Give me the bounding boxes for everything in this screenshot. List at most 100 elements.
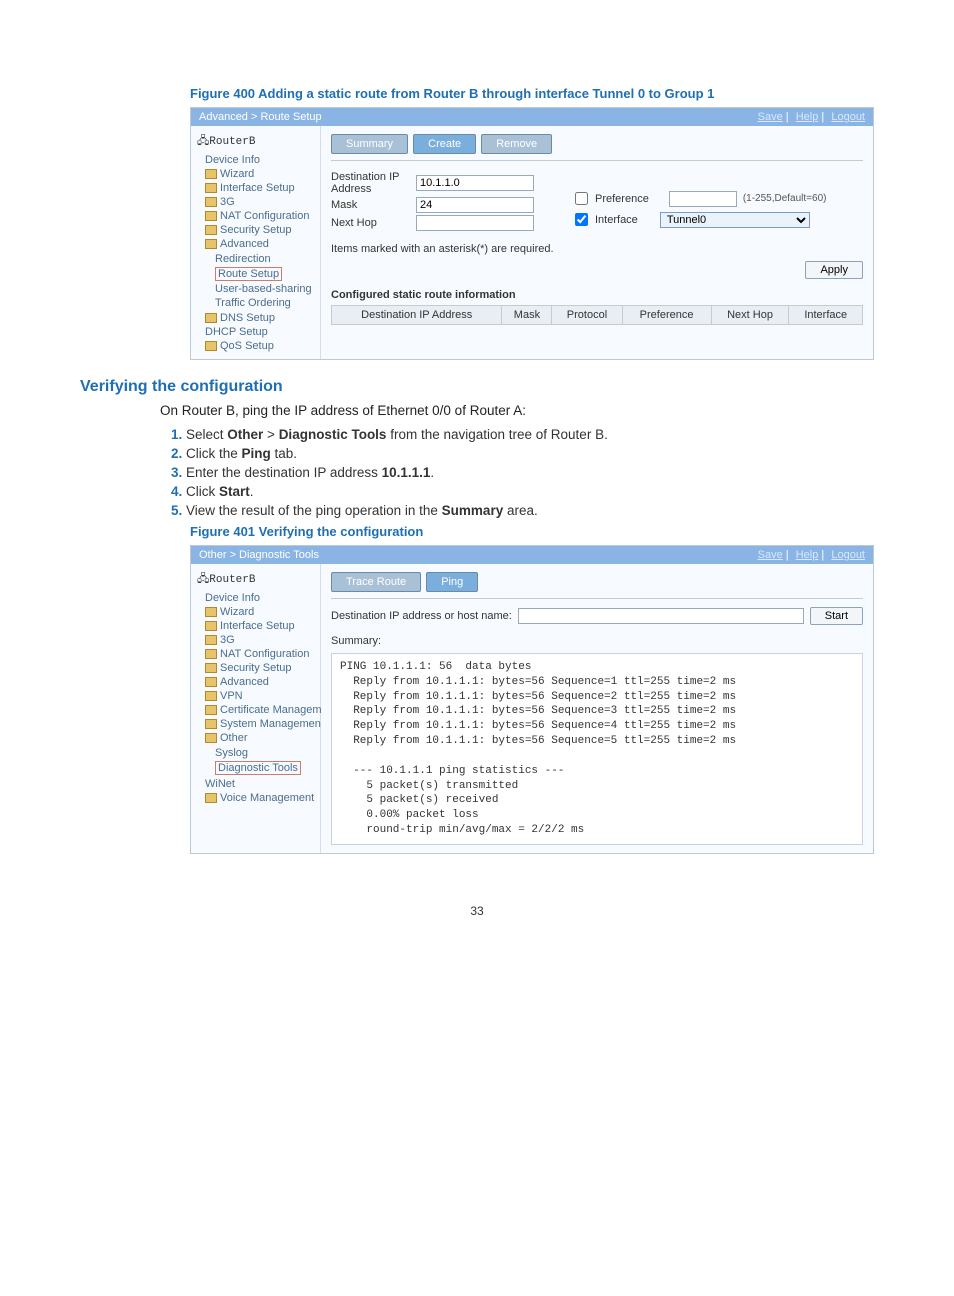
nav-interface-setup[interactable]: Interface Setup <box>205 619 316 633</box>
preference-checkbox[interactable] <box>575 192 588 205</box>
folder-icon <box>205 313 217 323</box>
nexthop-input[interactable] <box>416 215 534 231</box>
folder-icon <box>205 341 217 351</box>
step-3: Enter the destination IP address 10.1.1.… <box>186 465 874 480</box>
folder-icon <box>205 225 217 235</box>
summary-label: Summary: <box>331 635 863 647</box>
tab-remove[interactable]: Remove <box>481 134 552 154</box>
folder-icon <box>205 211 217 221</box>
step-5: View the result of the ping operation in… <box>186 503 874 518</box>
nav-dns-setup[interactable]: DNS Setup <box>205 311 316 325</box>
page-number: 33 <box>80 904 874 918</box>
step-2: Click the Ping tab. <box>186 446 874 461</box>
label-mask: Mask <box>331 199 416 211</box>
nav-interface-setup[interactable]: Interface Setup <box>205 181 316 195</box>
folder-icon <box>205 239 217 249</box>
nav-traffic-ordering[interactable]: Traffic Ordering <box>215 296 316 310</box>
label-dest-ip: Destination IP Address <box>331 171 416 195</box>
th-mask: Mask <box>502 306 552 325</box>
verify-intro: On Router B, ping the IP address of Ethe… <box>160 402 874 421</box>
th-dest: Destination IP Address <box>332 306 502 325</box>
dest-ip-input[interactable] <box>518 608 804 624</box>
nav-3g[interactable]: 3G <box>205 195 316 209</box>
label-nexthop: Next Hop <box>331 217 416 229</box>
folder-icon <box>205 649 217 659</box>
nav-advanced[interactable]: Advanced Redirection Route Setup User-ba… <box>205 237 316 311</box>
help-link[interactable]: Help <box>796 111 819 123</box>
nav-nat[interactable]: NAT Configuration <box>205 647 316 661</box>
nav-qos-setup[interactable]: QoS Setup <box>205 339 316 353</box>
required-note: Items marked with an asterisk(*) are req… <box>331 243 863 255</box>
save-link[interactable]: Save <box>758 549 783 561</box>
interface-checkbox[interactable] <box>575 213 588 226</box>
preference-hint: (1-255,Default=60) <box>743 193 827 204</box>
nav-syslog[interactable]: Syslog <box>215 746 316 760</box>
dest-ip-input[interactable] <box>416 175 534 191</box>
label-interface: Interface <box>595 214 638 226</box>
folder-icon <box>205 621 217 631</box>
figure-400-caption: Figure 400 Adding a static route from Ro… <box>190 86 874 101</box>
nav-tree: 🖧RouterB Device Info Wizard Interface Se… <box>191 564 321 853</box>
folder-icon <box>205 733 217 743</box>
nav-dhcp-setup[interactable]: DHCP Setup <box>205 325 316 339</box>
folder-icon <box>205 677 217 687</box>
routes-table: Destination IP Address Mask Protocol Pre… <box>331 305 863 325</box>
section-heading-verify: Verifying the configuration <box>80 378 874 396</box>
folder-icon <box>205 719 217 729</box>
interface-select[interactable]: Tunnel0 <box>660 212 810 228</box>
th-preference: Preference <box>622 306 711 325</box>
nav-device-info[interactable]: Device Info <box>205 153 316 167</box>
step-1: Select Other > Diagnostic Tools from the… <box>186 427 874 442</box>
nav-nat[interactable]: NAT Configuration <box>205 209 316 223</box>
nav-security[interactable]: Security Setup <box>205 661 316 675</box>
nav-other[interactable]: Other Syslog Diagnostic Tools <box>205 731 316 777</box>
folder-icon <box>205 793 217 803</box>
figure-401-caption: Figure 401 Verifying the configuration <box>190 524 874 539</box>
tab-trace-route[interactable]: Trace Route <box>331 572 421 592</box>
nav-cert[interactable]: Certificate Managem <box>205 703 316 717</box>
tab-summary[interactable]: Summary <box>331 134 408 154</box>
folder-icon <box>205 183 217 193</box>
folder-icon <box>205 663 217 673</box>
nav-security[interactable]: Security Setup <box>205 223 316 237</box>
nav-redirection[interactable]: Redirection <box>215 252 316 266</box>
device-root: 🖧RouterB <box>197 570 316 589</box>
configured-routes-title: Configured static route information <box>331 289 863 301</box>
dest-ip-label: Destination IP address or host name: <box>331 610 512 622</box>
start-button[interactable]: Start <box>810 607 863 625</box>
ping-output: PING 10.1.1.1: 56 data bytes Reply from … <box>331 653 863 845</box>
breadcrumb: Advanced > Route Setup <box>199 111 322 123</box>
nav-route-setup[interactable]: Route Setup <box>215 266 316 282</box>
nav-3g[interactable]: 3G <box>205 633 316 647</box>
logout-link[interactable]: Logout <box>831 549 865 561</box>
preference-input[interactable] <box>669 191 737 207</box>
folder-icon <box>205 691 217 701</box>
folder-icon <box>205 197 217 207</box>
folder-icon <box>205 169 217 179</box>
nav-device-info[interactable]: Device Info <box>205 591 316 605</box>
nav-diag-tools[interactable]: Diagnostic Tools <box>215 760 316 776</box>
folder-icon <box>205 705 217 715</box>
nav-advanced[interactable]: Advanced <box>205 675 316 689</box>
nav-sys[interactable]: System Managemen <box>205 717 316 731</box>
label-preference: Preference <box>595 193 649 205</box>
tab-create[interactable]: Create <box>413 134 476 154</box>
step-4: Click Start. <box>186 484 874 499</box>
mask-input[interactable] <box>416 197 534 213</box>
tab-ping[interactable]: Ping <box>426 572 478 592</box>
apply-button[interactable]: Apply <box>805 261 863 279</box>
breadcrumb: Other > Diagnostic Tools <box>199 549 319 561</box>
nav-vpn[interactable]: VPN <box>205 689 316 703</box>
nav-user-based-sharing[interactable]: User-based-sharing <box>215 282 316 296</box>
nav-tree: 🖧RouterB Device Info Wizard Interface Se… <box>191 126 321 359</box>
help-link[interactable]: Help <box>796 549 819 561</box>
figure-401: Other > Diagnostic Tools Save | Help | L… <box>190 545 874 854</box>
nav-wizard[interactable]: Wizard <box>205 605 316 619</box>
nav-voice[interactable]: Voice Management <box>205 791 316 805</box>
logout-link[interactable]: Logout <box>831 111 865 123</box>
nav-winet[interactable]: WiNet <box>205 777 316 791</box>
nav-wizard[interactable]: Wizard <box>205 167 316 181</box>
th-nexthop: Next Hop <box>711 306 789 325</box>
th-protocol: Protocol <box>552 306 622 325</box>
save-link[interactable]: Save <box>758 111 783 123</box>
